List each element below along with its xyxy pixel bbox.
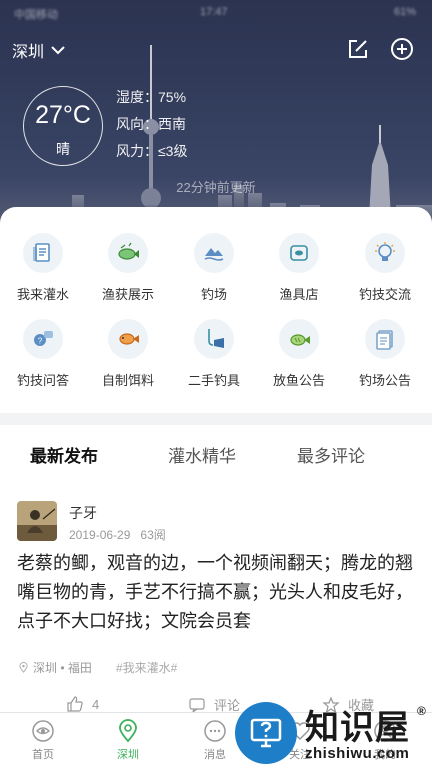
carrier-label: 中国移动 <box>14 9 58 21</box>
thumbs-up-icon <box>67 696 83 712</box>
tab-best[interactable]: 灌水精华 <box>168 442 236 467</box>
notice-icon <box>365 319 405 359</box>
post-feed: 最新发布 灌水精华 最多评论 子牙 2019-06-29 63阅 老蔡的鲫，观音的… <box>0 425 432 715</box>
battery-label: 61% <box>393 6 416 18</box>
weather-updated-text: 22分钟前更新 <box>176 180 256 195</box>
site-watermark: 知识屋 ® zhishiwu.com <box>233 698 432 768</box>
category-fish-release[interactable]: 放鱼公告 <box>256 319 342 389</box>
post-views: 63阅 <box>140 528 166 542</box>
category-spot-notice[interactable]: 钓场公告 <box>342 319 428 389</box>
category-tackle-shop[interactable]: 渔具店 <box>256 233 342 303</box>
category-label: 钓技问答 <box>16 373 69 388</box>
city-selector-button[interactable]: 深圳 <box>12 38 66 62</box>
wind-force-text: 风力：≤3级 <box>116 143 188 159</box>
location-text: 深圳 • 福田 <box>33 661 92 675</box>
like-count: 4 <box>92 696 100 712</box>
temperature-circle: 27°C 晴 <box>23 86 103 166</box>
status-time: 17:47 <box>200 6 228 18</box>
category-label: 放鱼公告 <box>272 373 325 388</box>
comment-icon <box>189 697 205 714</box>
tab-latest[interactable]: 最新发布 <box>30 442 98 467</box>
fish-catch-icon <box>108 233 148 273</box>
category-qa[interactable]: ? 钓技问答 <box>0 319 86 389</box>
city-label: 深圳 <box>12 44 45 61</box>
post-date: 2019-06-29 <box>69 528 131 542</box>
category-fishing-spot[interactable]: 钓场 <box>171 233 257 303</box>
category-label: 渔获展示 <box>101 287 154 302</box>
category-second-hand[interactable]: 二手钓具 <box>171 319 257 389</box>
weather-header: 中国移动 17:47 61% 深圳 27°C 晴 湿度：75% 风向：西南 风力… <box>0 0 432 235</box>
message-icon <box>204 720 226 742</box>
svg-text:?: ? <box>38 337 43 346</box>
registered-mark: ® <box>417 704 426 718</box>
qa-chat-icon: ? <box>23 319 63 359</box>
fish-release-icon <box>279 319 319 359</box>
watermark-url: zhishiwu.com <box>305 745 410 762</box>
category-skill-exchange[interactable]: 钓技交流 <box>342 233 428 303</box>
post-location: 深圳 • 福田 <box>18 659 92 676</box>
avatar[interactable] <box>17 501 57 541</box>
nav-city[interactable]: 深圳 <box>98 719 158 762</box>
like-button[interactable]: 4 <box>66 695 99 713</box>
category-label: 钓场 <box>200 287 227 302</box>
status-bar: 中国移动 17:47 61% <box>0 0 432 26</box>
question-monitor-icon <box>235 702 297 764</box>
category-label: 钓技交流 <box>358 287 411 302</box>
category-post-water[interactable]: 我来灌水 <box>0 233 86 303</box>
tab-most-comments[interactable]: 最多评论 <box>297 442 365 467</box>
weather-condition: 晴 <box>56 141 70 157</box>
post-content[interactable]: 老蔡的鲫，观音的边，一个视频闹翻天；腾龙的翘嘴巨物的青，手艺不行搞不赢；光头人和… <box>17 549 417 636</box>
add-button[interactable] <box>390 37 414 61</box>
nav-label: 首页 <box>32 749 54 761</box>
fish-bait-icon <box>108 319 148 359</box>
temperature-value: 27°C <box>35 101 91 129</box>
lightbulb-icon <box>365 233 405 273</box>
humidity-text: 湿度：75% <box>116 89 187 105</box>
nav-home[interactable]: 首页 <box>13 719 73 762</box>
wind-direction-text: 风向：西南 <box>116 116 186 132</box>
chevron-down-icon <box>51 46 65 55</box>
active-tab-indicator <box>41 470 85 473</box>
edit-icon <box>349 40 367 58</box>
nav-label: 深圳 <box>117 749 139 761</box>
category-label: 钓场公告 <box>358 373 411 388</box>
plus-circle-icon <box>391 38 413 60</box>
tackle-shop-icon <box>279 233 319 273</box>
post-meta: 2019-06-29 63阅 <box>69 526 166 543</box>
category-grid: 我来灌水 渔获展示 钓场 渔具店 钓技交流 ? 钓技问答 自制饵料 二手钓具 放… <box>0 207 432 413</box>
home-eye-icon <box>32 720 54 742</box>
category-label: 我来灌水 <box>16 287 69 302</box>
category-label: 渔具店 <box>279 287 319 302</box>
location-pin-icon <box>19 662 28 673</box>
author-name[interactable]: 子牙 <box>69 503 97 523</box>
category-label: 自制饵料 <box>101 373 154 388</box>
document-icon <box>23 233 63 273</box>
watermark-title: 知识屋 <box>305 708 410 748</box>
edit-post-button[interactable] <box>346 37 370 61</box>
location-pin-icon <box>119 719 137 743</box>
category-homemade-bait[interactable]: 自制饵料 <box>85 319 171 389</box>
fishing-spot-icon <box>194 233 234 273</box>
post-topic-tag[interactable]: #我来灌水# <box>116 659 177 676</box>
second-hand-icon <box>194 319 234 359</box>
nav-label: 消息 <box>204 749 226 761</box>
category-label: 二手钓具 <box>187 373 240 388</box>
category-catch-show[interactable]: 渔获展示 <box>85 233 171 303</box>
